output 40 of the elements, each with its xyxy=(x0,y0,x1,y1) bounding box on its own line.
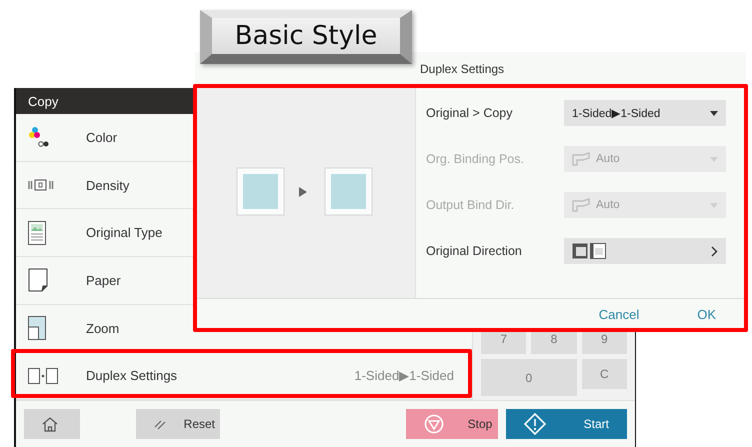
start-button[interactable]: Start xyxy=(506,409,627,439)
binding-icon xyxy=(572,198,590,212)
setting-label: Original Direction xyxy=(426,244,523,258)
stop-icon xyxy=(424,414,444,434)
direction-selector[interactable] xyxy=(564,238,726,264)
keypad-key[interactable]: 0 xyxy=(481,359,577,396)
paper-icon xyxy=(28,268,48,292)
binding-icon xyxy=(572,152,590,166)
menu-label: Paper xyxy=(86,272,122,288)
stop-button[interactable]: Stop xyxy=(406,409,498,439)
reset-button[interactable]: Reset xyxy=(136,409,220,439)
home-button[interactable] xyxy=(24,409,80,439)
home-icon xyxy=(42,416,58,432)
dialog-button[interactable]: Cancel xyxy=(598,307,640,322)
menu-label: Density xyxy=(86,178,130,192)
dialog-title: Duplex Settings xyxy=(419,61,506,78)
reset-icon xyxy=(154,418,166,430)
caret-icon xyxy=(710,156,718,162)
color-icon xyxy=(28,126,50,148)
setting-label: Output Bind Dir. xyxy=(426,198,516,212)
dialog-button[interactable]: OK xyxy=(697,307,716,322)
duplex-icon xyxy=(28,368,58,384)
menu-label: Original Type xyxy=(86,225,164,240)
orientation-icons xyxy=(572,243,606,259)
menu-value: 1-Sided▶1-Sided xyxy=(354,368,454,384)
caret-icon xyxy=(710,110,718,116)
start-icon xyxy=(524,413,546,435)
menu-item[interactable]: Duplex Settings 1-Sided▶1-Sided xyxy=(16,352,472,400)
setting-dropdown[interactable]: 1-Sided▶1-Sided xyxy=(564,100,726,126)
setting-label: Org. Binding Pos. xyxy=(426,152,525,166)
menu-label: Zoom xyxy=(86,320,120,336)
menu-label: Color xyxy=(86,130,118,145)
density-icon xyxy=(28,179,54,191)
style-banner: Basic Style xyxy=(200,10,412,64)
chevron-icon xyxy=(711,246,718,256)
menu-label: Duplex Settings xyxy=(86,368,178,384)
keypad-key[interactable]: C xyxy=(582,359,627,389)
zoom-icon xyxy=(28,316,46,340)
caret-icon xyxy=(710,202,718,208)
document-icon xyxy=(28,220,46,245)
